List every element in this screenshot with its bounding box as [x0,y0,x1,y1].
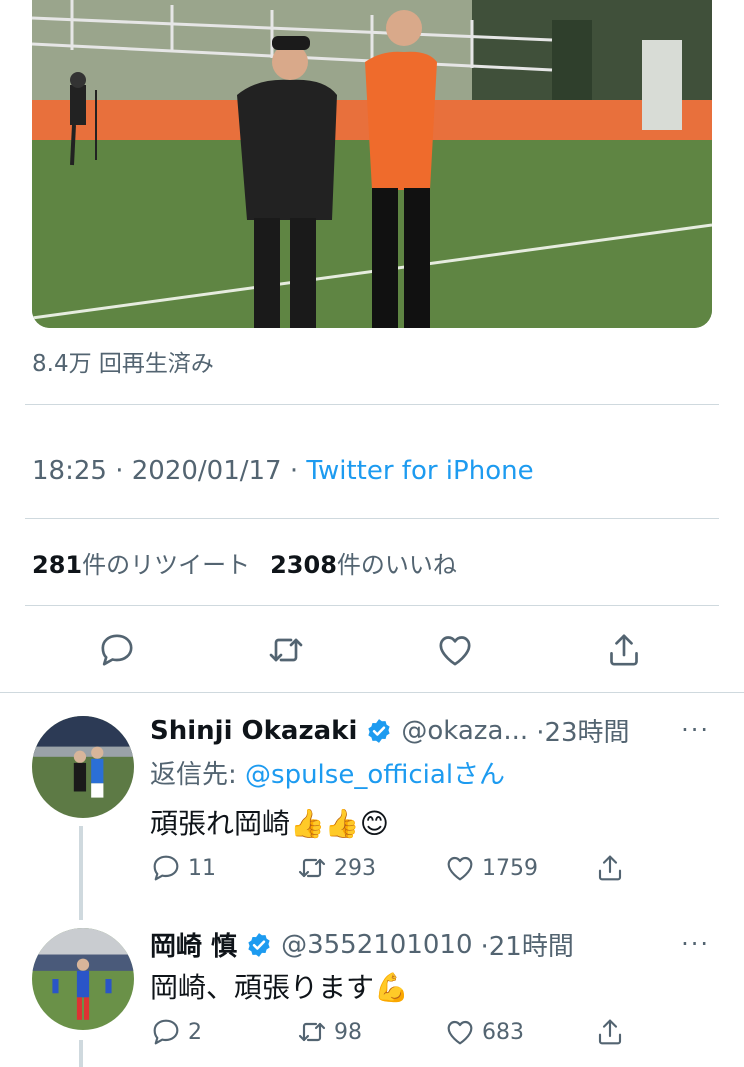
retweet-button[interactable] [264,628,308,672]
retweet-count: 293 [334,855,376,881]
likes-count: 2308 [270,551,337,579]
video-frame [32,0,712,328]
reply-header: Shinji Okazaki @okaza... ·23時間 [150,712,630,749]
reply-retweet-button[interactable]: 98 [296,1016,362,1048]
avatar[interactable] [32,716,134,818]
reply-timestamp[interactable]: ·21時間 [480,926,573,963]
divider [0,692,744,693]
reply-author-handle[interactable]: @okaza... [401,716,528,746]
verified-badge-icon [365,717,393,745]
reply-count: 2 [188,1019,202,1045]
view-count: 8.4万 回再生済み [32,351,214,377]
tweet-date[interactable]: 2020/01/17 [132,456,282,486]
divider [25,518,719,519]
video-player[interactable] [32,0,712,328]
avatar-photo [32,716,134,818]
tweet-stats: 281件のリツイート 2308件のいいね [32,545,457,580]
reply-to-line: 返信先: @spulse_officialさん [150,754,505,791]
reply-reply-button[interactable]: 2 [150,1016,202,1048]
reply-icon [101,634,133,666]
meta-separator: · [106,456,132,486]
meta-separator: · [281,456,307,486]
reply-action-bar: 2 98 683 [150,1016,630,1050]
reply-author-name[interactable]: Shinji Okazaki [150,716,357,746]
likes-stat[interactable]: 2308件のいいね [270,551,457,579]
like-count: 1759 [482,855,538,881]
retweet-icon [269,638,303,662]
retweets-label: 件のリツイート [82,551,251,579]
retweet-icon [298,1022,326,1042]
tweet-time[interactable]: 18:25 [32,456,107,486]
heart-icon [439,636,471,666]
share-icon [598,855,622,881]
divider [25,605,719,606]
reply-like-button[interactable]: 1759 [444,852,538,884]
retweet-count: 98 [334,1019,362,1045]
reply-retweet-button[interactable]: 293 [296,852,376,884]
reply-icon [153,855,179,881]
reply-share-button[interactable] [594,852,626,884]
reply-count: 11 [188,855,216,881]
avatar-photo [32,928,134,1030]
thread-line [79,826,83,920]
reply-to-prefix: 返信先: [150,760,246,790]
likes-label: 件のいいね [336,551,457,579]
like-button[interactable] [433,628,477,672]
share-button[interactable] [602,628,646,672]
verified-badge-icon [245,931,273,959]
reply-icon [153,1019,179,1045]
reply-header: 岡崎 慎 @3552101010 ·21時間 [150,926,574,963]
reply-author-name[interactable]: 岡崎 慎 [150,926,237,963]
tweet-action-bar [0,628,744,672]
thread-line [79,1040,83,1067]
reply-button[interactable] [95,628,139,672]
retweet-icon [298,858,326,878]
reply-reply-button[interactable]: 11 [150,852,216,884]
share-icon [598,1019,622,1045]
heart-icon [447,856,473,881]
reply-action-bar: 11 293 1759 [150,852,630,886]
reply-share-button[interactable] [594,1016,626,1048]
more-options-icon[interactable]: ··· [681,930,710,958]
avatar[interactable] [32,928,134,1030]
heart-icon [447,1020,473,1045]
reply-text: 頑張れ岡崎👍👍😊 [150,807,389,840]
reply-text: 岡崎、頑張ります💪 [150,971,409,1004]
more-options-icon[interactable]: ··· [681,716,710,744]
reply-like-button[interactable]: 683 [444,1016,524,1048]
reply-to-mention[interactable]: @spulse_officialさん [245,760,505,790]
reply-timestamp[interactable]: ·23時間 [536,712,629,749]
divider [25,404,719,405]
reply-author-handle[interactable]: @3552101010 [281,930,472,960]
share-icon [610,634,638,666]
tweet-source-link[interactable]: Twitter for iPhone [306,456,533,486]
like-count: 683 [482,1019,524,1045]
retweets-count: 281 [32,551,83,579]
retweets-stat[interactable]: 281件のリツイート [32,551,250,579]
tweet-meta: 18:25 · 2020/01/17 · Twitter for iPhone [32,456,534,486]
